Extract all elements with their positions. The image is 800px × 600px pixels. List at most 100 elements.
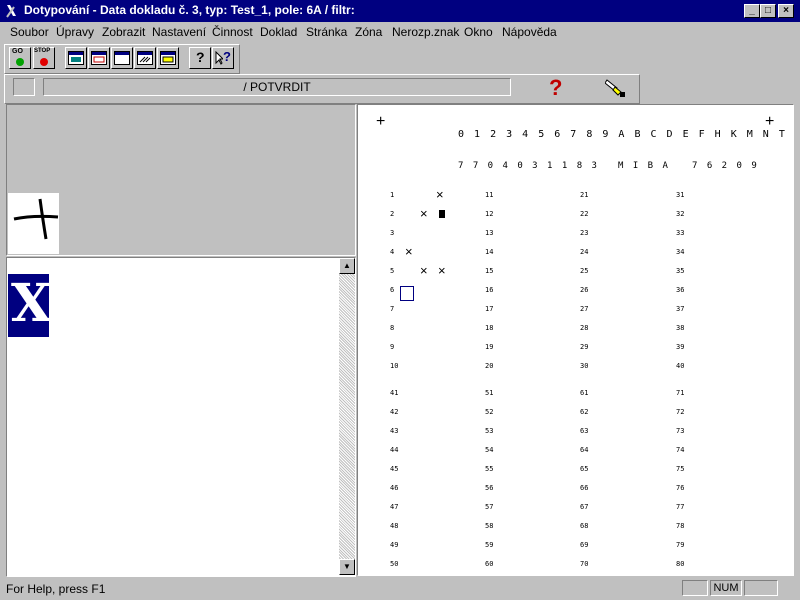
grid-number: 45	[390, 465, 399, 473]
menu-napoveda[interactable]: Nápověda	[502, 25, 557, 39]
grid-number: 44	[390, 446, 399, 454]
grid-number: 7	[390, 305, 395, 313]
green-light-icon	[16, 58, 24, 66]
handwritten-plus-glyph	[13, 198, 59, 240]
grid-number: 56	[485, 484, 494, 492]
grid-number: 40	[676, 362, 685, 370]
grid-number: 74	[676, 446, 685, 454]
menu-nastaveni[interactable]: Nastavení	[152, 25, 206, 39]
blank-window-icon	[114, 51, 130, 65]
grid-number: 75	[676, 465, 685, 473]
view-blank-button[interactable]	[111, 47, 133, 69]
grid-number: 30	[580, 362, 589, 370]
eraser-icon[interactable]	[605, 78, 629, 100]
confirm-field[interactable]: / POTVRDIT	[43, 78, 511, 96]
grid-number: 31	[676, 191, 685, 199]
menu-stranka[interactable]: Stránka	[306, 25, 347, 39]
grid-number: 4	[390, 248, 395, 256]
vertical-scrollbar[interactable]: ▲ ▼	[339, 258, 355, 575]
status-bar: For Help, press F1 NUM	[0, 578, 800, 600]
field-indicator	[13, 78, 35, 96]
grid-number: 42	[390, 408, 399, 416]
grid-number: 68	[580, 522, 589, 530]
red-help-icon[interactable]: ?	[549, 75, 562, 101]
grid-number: 1	[390, 191, 395, 199]
grid-number: 17	[485, 305, 494, 313]
view-image-button[interactable]	[65, 47, 87, 69]
view-pattern-button[interactable]	[134, 47, 156, 69]
grid-number: 32	[676, 210, 685, 218]
grid-number: 9	[390, 343, 395, 351]
grid-number: 60	[485, 560, 494, 568]
stop-button[interactable]: STOP	[33, 47, 55, 69]
go-button[interactable]: GO	[9, 47, 31, 69]
grid-number: 27	[580, 305, 589, 313]
scroll-up-button[interactable]: ▲	[339, 258, 355, 274]
red-light-icon	[40, 58, 48, 66]
grid-number: 73	[676, 427, 685, 435]
status-panel-3	[744, 580, 778, 596]
menu-okno[interactable]: Okno	[464, 25, 493, 39]
status-help-text: For Help, press F1	[6, 582, 106, 596]
grid-number: 6	[390, 286, 395, 294]
grid-number: 69	[580, 541, 589, 549]
grid-number: 20	[485, 362, 494, 370]
grid-number: 35	[676, 267, 685, 275]
grid-number: 63	[580, 427, 589, 435]
grid-number: 10	[390, 362, 399, 370]
grid-number: 71	[676, 389, 685, 397]
grid-number: 14	[485, 248, 494, 256]
grid-number: 66	[580, 484, 589, 492]
grid-number: 53	[485, 427, 494, 435]
app-icon[interactable]	[4, 3, 20, 19]
grid-number: 23	[580, 229, 589, 237]
recognized-character-badge[interactable]: X	[8, 274, 51, 337]
image-window-icon	[68, 51, 84, 65]
context-help-button[interactable]: ?	[212, 47, 234, 69]
go-label: GO	[12, 48, 23, 55]
grid-number: 52	[485, 408, 494, 416]
help-icon: ?	[196, 49, 205, 65]
menu-upravy[interactable]: Úpravy	[56, 25, 94, 39]
menu-doklad[interactable]: Doklad	[260, 25, 297, 39]
grid-number: 76	[676, 484, 685, 492]
view-zone-button[interactable]	[88, 47, 110, 69]
menu-zona[interactable]: Zóna	[355, 25, 382, 39]
grid-number: 19	[485, 343, 494, 351]
grid-number: 21	[580, 191, 589, 199]
maximize-button[interactable]: □	[760, 4, 776, 18]
menu-soubor[interactable]: Soubor	[10, 25, 49, 39]
grid-number: 50	[390, 560, 399, 568]
minimize-button[interactable]: _	[744, 4, 760, 18]
view-form-button[interactable]	[157, 47, 179, 69]
grid-number: 12	[485, 210, 494, 218]
grid-number: 57	[485, 503, 494, 511]
menu-zobrazit[interactable]: Zobrazit	[102, 25, 145, 39]
grid-number: 78	[676, 522, 685, 530]
scroll-down-button[interactable]: ▼	[339, 559, 355, 575]
document-page[interactable]: + + 0 1 2 3 4 5 6 7 8 9 A B C D E F H K …	[357, 104, 794, 576]
zone-window-icon	[91, 51, 107, 65]
grid-number: 39	[676, 343, 685, 351]
grid-number: 13	[485, 229, 494, 237]
menu-nerozp-znak[interactable]: Nerozp.znak	[392, 25, 459, 39]
grid-number: 5	[390, 267, 395, 275]
help-button[interactable]: ?	[189, 47, 211, 69]
close-button[interactable]: ×	[778, 4, 794, 18]
recognition-pane	[6, 257, 356, 577]
menu-cinnost[interactable]: Činnost	[212, 25, 253, 39]
grid-number: 11	[485, 191, 494, 199]
grid-number: 80	[676, 560, 685, 568]
stop-label: STOP	[34, 48, 51, 54]
grid-number: 33	[676, 229, 685, 237]
mark-2: ×	[420, 206, 428, 221]
grid-number: 77	[676, 503, 685, 511]
grid-number: 62	[580, 408, 589, 416]
grid-number: 61	[580, 389, 589, 397]
question-mark-icon: ?	[223, 49, 231, 64]
mark-1: ×	[436, 187, 444, 202]
character-preview	[8, 193, 59, 254]
grid-number: 43	[390, 427, 399, 435]
cursor-box[interactable]	[400, 286, 414, 301]
grid-number: 41	[390, 389, 399, 397]
